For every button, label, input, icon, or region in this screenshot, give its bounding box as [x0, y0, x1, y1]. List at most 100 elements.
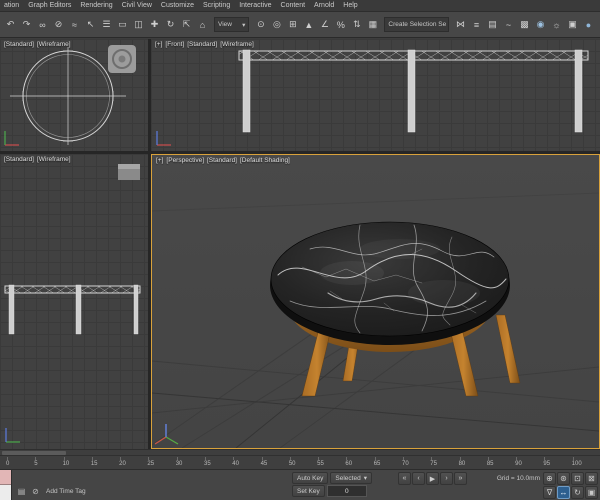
render-production-icon[interactable]: ● [581, 17, 596, 33]
select-and-rotate-icon[interactable]: ↻ [163, 17, 178, 33]
perspective-viewport-canvas[interactable] [152, 155, 599, 448]
timeline-tick[interactable]: 90 [515, 456, 543, 469]
curve-editor-icon[interactable]: ~ [501, 17, 516, 33]
timeline-tick[interactable]: 75 [430, 456, 458, 469]
left-viewport-canvas[interactable] [0, 154, 148, 449]
current-frame-field[interactable]: 0 [326, 485, 367, 497]
bind-to-space-warp-icon[interactable]: ≈ [67, 17, 82, 33]
timeline-tick[interactable]: 95 [543, 456, 571, 469]
unlink-selection-icon[interactable]: ⊘ [51, 17, 66, 33]
select-and-place-icon[interactable]: ⌂ [195, 17, 210, 33]
zoom-extents-button[interactable]: ⊡ [571, 472, 584, 485]
viewport-label-segment[interactable]: [+] [155, 41, 162, 48]
timeline-tick[interactable]: 55 [317, 456, 345, 469]
viewport-left[interactable]: [Standard] [Wireframe] [0, 154, 148, 449]
menu-item[interactable]: Content [281, 2, 306, 9]
top-viewport-canvas[interactable] [0, 39, 148, 151]
pan-view-button[interactable]: ↔ [557, 486, 570, 499]
viewport-front[interactable]: [+] [Front] [Standard] [Wireframe] [151, 39, 600, 151]
timeline-tick[interactable]: 60 [345, 456, 373, 469]
viewport-label-segment[interactable]: [Default Shading] [240, 157, 290, 164]
menu-item[interactable]: Rendering [80, 2, 112, 9]
timeline-tick[interactable]: 10 [63, 456, 91, 469]
viewport-label-segment[interactable]: [Wireframe] [37, 156, 71, 163]
timeline-tick[interactable]: 65 [374, 456, 402, 469]
viewport-label-segment[interactable]: [Wireframe] [220, 41, 254, 48]
timeline-tick[interactable]: 100 [572, 456, 600, 469]
timeline-tick[interactable]: 30 [176, 456, 204, 469]
timeline-tick[interactable]: 5 [34, 456, 62, 469]
viewport-label-segment[interactable]: [Standard] [4, 41, 34, 48]
front-viewport-canvas[interactable] [151, 39, 600, 151]
select-by-name-icon[interactable]: ☰ [99, 17, 114, 33]
undo-icon[interactable]: ↶ [3, 17, 18, 33]
menu-item[interactable]: ation [4, 2, 19, 9]
menu-item[interactable]: Civil View [122, 2, 152, 9]
timeline-tick[interactable]: 0 [6, 456, 34, 469]
timeline-tick[interactable]: 50 [289, 456, 317, 469]
scene-explorer-icon[interactable]: ▤ [485, 17, 500, 33]
selection-region-icon[interactable]: ▭ [115, 17, 130, 33]
field-of-view-button[interactable]: ∇ [543, 486, 556, 499]
menu-item[interactable]: Arnold [314, 2, 334, 9]
named-selection-sets-dropdown[interactable]: Create Selection Se ▾ [384, 17, 449, 32]
orbit-button[interactable]: ↻ [571, 486, 584, 499]
select-and-move-icon[interactable]: ✚ [147, 17, 162, 33]
rendered-frame-icon[interactable]: ▣ [565, 17, 580, 33]
viewcube[interactable] [108, 45, 136, 73]
timeline-tick[interactable]: 25 [147, 456, 175, 469]
keyboard-override-icon[interactable]: ⊞ [285, 17, 300, 33]
add-time-tag[interactable]: Add Time Tag [46, 488, 86, 495]
viewcube[interactable] [118, 164, 140, 180]
redo-icon[interactable]: ↷ [19, 17, 34, 33]
viewport-label-segment[interactable]: [Standard] [207, 157, 237, 164]
menu-item[interactable]: Help [343, 2, 357, 9]
menu-item[interactable]: Interactive [239, 2, 271, 9]
viewport-label-segment[interactable]: [Standard] [187, 41, 217, 48]
snaps-toggle-icon[interactable]: ▲ [301, 17, 316, 33]
timeline-tick[interactable]: 20 [119, 456, 147, 469]
selected-dropdown[interactable]: Selected ▾ [330, 472, 372, 484]
viewport-label-segment[interactable]: [+] [156, 157, 163, 164]
timeline-tick[interactable]: 70 [402, 456, 430, 469]
maxscript-mini-listener[interactable] [0, 470, 12, 500]
schematic-view-icon[interactable]: ▩ [517, 17, 532, 33]
select-and-scale-icon[interactable]: ⇱ [179, 17, 194, 33]
select-object-icon[interactable]: ↖ [83, 17, 98, 33]
menu-item[interactable]: Scripting [203, 2, 230, 9]
maximize-viewport-toggle[interactable]: ▣ [585, 486, 598, 499]
wireframe-table-side[interactable] [4, 284, 141, 335]
window-crossing-icon[interactable]: ◫ [131, 17, 146, 33]
reference-coordinate-dropdown[interactable]: View ▾ [214, 17, 250, 32]
previous-frame-button[interactable]: ‹ [412, 472, 425, 485]
menu-item[interactable]: Customize [161, 2, 194, 9]
viewport-label-segment[interactable]: [Wireframe] [37, 41, 71, 48]
viewport-label-segment[interactable]: [Perspective] [166, 157, 204, 164]
viewport-label-segment[interactable]: [Standard] [4, 156, 34, 163]
viewport-perspective[interactable]: [+] [Perspective] [Standard] [Default Shadi… [151, 154, 600, 449]
timeline-tick[interactable]: 80 [459, 456, 487, 469]
next-frame-button[interactable]: › [440, 472, 453, 485]
edit-selection-sets-icon[interactable]: ▦ [365, 17, 380, 33]
viewport-top[interactable]: [Standard] [Wireframe] [0, 39, 148, 151]
render-setup-icon[interactable]: ☼ [549, 17, 564, 33]
zoom-extents-all-button[interactable]: ⊠ [585, 472, 598, 485]
selection-lock-icon[interactable]: ⊘ [30, 486, 41, 497]
angle-snap-icon[interactable]: ∠ [317, 17, 332, 33]
select-and-manipulate-icon[interactable]: ◎ [269, 17, 284, 33]
go-to-start-button[interactable]: « [398, 472, 411, 485]
play-button[interactable]: ▶ [426, 472, 439, 485]
timeline-tick[interactable]: 35 [204, 456, 232, 469]
auto-key-button[interactable]: Auto Key [292, 472, 329, 484]
wireframe-table-front[interactable] [238, 49, 589, 133]
timeline-tick[interactable]: 45 [261, 456, 289, 469]
listener-macro-row[interactable] [0, 470, 11, 485]
notes-icon[interactable]: ▤ [16, 486, 27, 497]
timeline-tick[interactable]: 40 [232, 456, 260, 469]
set-key-button[interactable]: Set Key [292, 485, 325, 497]
go-to-end-button[interactable]: » [454, 472, 467, 485]
viewport-label-segment[interactable]: [Front] [165, 41, 184, 48]
zoom-all-button[interactable]: ⊛ [557, 472, 570, 485]
material-editor-icon[interactable]: ◉ [533, 17, 548, 33]
listener-script-row[interactable] [0, 485, 11, 500]
